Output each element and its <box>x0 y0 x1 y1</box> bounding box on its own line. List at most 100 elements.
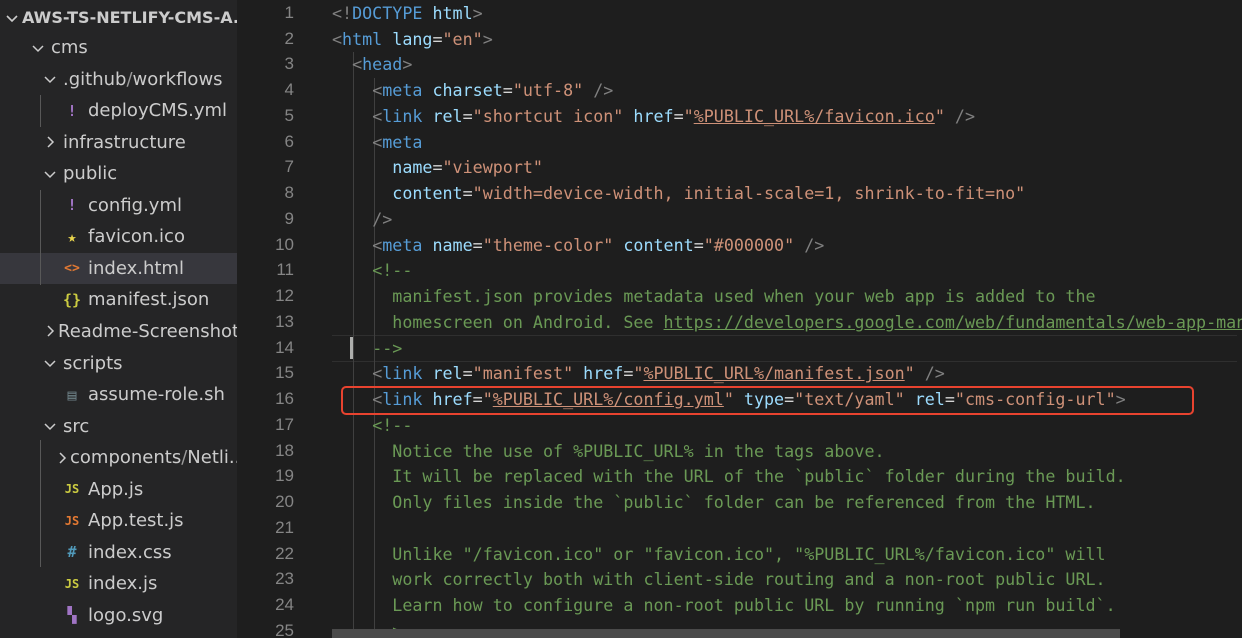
code-line[interactable]: 21 <box>237 515 1242 541</box>
code-line[interactable]: 5 <link rel="shortcut icon" href="%PUBLI… <box>237 103 1242 129</box>
line-number: 4 <box>284 80 294 100</box>
code-line[interactable]: 6 <meta <box>237 129 1242 155</box>
line-number: 20 <box>275 492 294 512</box>
code-token: manifest.json provides metadata used whe… <box>392 286 1096 307</box>
line-number: 11 <box>276 260 294 280</box>
horizontal-scrollbar[interactable] <box>332 629 1120 638</box>
file-item-app-test-js[interactable]: JS App.test.js <box>0 505 237 536</box>
code-line[interactable]: 11 <!-- <box>237 258 1242 284</box>
explorer-root-header[interactable]: AWS-TS-NETLIFY-CMS-A... <box>0 2 237 33</box>
folder-item-public[interactable]: public <box>0 158 237 189</box>
code-text: <!DOCTYPE html> <box>332 3 483 23</box>
code-token: > <box>402 54 413 75</box>
file-item-config-yml[interactable]: ! config.yml <box>0 190 237 221</box>
yaml-icon: ! <box>67 196 77 215</box>
code-line[interactable]: 15 <link rel="manifest" href="%PUBLIC_UR… <box>237 361 1242 387</box>
code-line[interactable]: 19 It will be replaced with the URL of t… <box>237 464 1242 490</box>
code-token: link <box>382 105 423 126</box>
code-text: content="width=device-width, initial-sca… <box>332 183 1025 203</box>
code-line[interactable]: 20 Only files inside the `public` folder… <box>237 489 1242 515</box>
tree-item-label: Readme-Screenshots <box>58 320 237 342</box>
code-line[interactable]: 10 <meta name="theme-color" content="#00… <box>237 232 1242 258</box>
code-editor[interactable]: 1 <!DOCTYPE html> 2 <html lang="en"> 3 <head… <box>237 0 1242 638</box>
code-line[interactable]: 22 Unlike "/favicon.ico" or "favicon.ico… <box>237 541 1242 567</box>
folder-item-infrastructure[interactable]: infrastructure <box>0 127 237 158</box>
tree-item-label: index.css <box>88 541 172 563</box>
file-item-index-js[interactable]: JS index.js <box>0 568 237 599</box>
svg-icon: ▚ <box>67 606 77 625</box>
code-token: /> <box>954 105 975 126</box>
code-line[interactable]: 18 Notice the use of %PUBLIC_URL% in the… <box>237 438 1242 464</box>
file-item-manifest-json[interactable]: {} manifest.json <box>0 284 237 315</box>
code-text: manifest.json provides metadata used whe… <box>332 286 1096 307</box>
file-item-app-js[interactable]: JS App.js <box>0 474 237 505</box>
code-line[interactable]: 17 <!-- <box>237 412 1242 438</box>
folder-item-components[interactable]: components / Netli... <box>0 442 237 473</box>
line-number: 12 <box>275 286 294 306</box>
code-token: "en" <box>442 28 483 49</box>
file-item-logo-svg[interactable]: ▚ logo.svg <box>0 600 237 631</box>
code-line[interactable]: 7 name="viewport" <box>237 155 1242 181</box>
code-text: <link rel="manifest" href="%PUBLIC_URL%/… <box>332 363 945 383</box>
code-token: rel <box>432 105 463 126</box>
tree-item-label: scripts <box>63 352 123 374</box>
line-number: 23 <box>275 569 294 589</box>
json-icon: {} <box>62 290 82 309</box>
file-item-index-css[interactable]: # index.css <box>0 537 237 568</box>
code-line[interactable]: 3 <head> <box>237 52 1242 78</box>
code-text: <html lang="en"> <box>332 29 493 49</box>
code-line[interactable]: 2 <html lang="en"> <box>237 26 1242 52</box>
code-text: <meta name="theme-color" content="#00000… <box>332 235 824 255</box>
code-token: <!-- <box>372 414 413 435</box>
code-text: Unlike "/favicon.ico" or "favicon.ico", … <box>332 544 1105 564</box>
chevron-down-icon <box>30 40 46 56</box>
folder-item-scripts[interactable]: scripts <box>0 348 237 379</box>
folder-item-cms[interactable]: cms <box>0 32 237 63</box>
tree-indent-guide <box>40 95 41 127</box>
shell-icon: ▤ <box>67 385 77 404</box>
code-token: = <box>462 183 473 204</box>
code-line[interactable]: 12 manifest.json provides metadata used … <box>237 283 1242 309</box>
folder-item-github[interactable]: .github / workflows <box>0 64 237 95</box>
code-line[interactable]: 9 /> <box>237 206 1242 232</box>
tree-item-label: favicon.ico <box>88 226 185 248</box>
tree-indent-guide <box>40 190 41 285</box>
line-number: 8 <box>284 183 294 203</box>
code-token: "width=device-width, initial-scale=1, sh… <box>472 183 1026 204</box>
code-token: href <box>633 105 674 126</box>
code-token: homescreen on Android. See <box>392 311 664 332</box>
folder-item-readme-screenshots[interactable]: Readme-Screenshots <box>0 316 237 347</box>
tree-item-label: deployCMS.yml <box>88 100 228 122</box>
file-item-index-html[interactable]: <> index.html <box>0 252 237 284</box>
file-item-deploycms-yml[interactable]: ! deployCMS.yml <box>0 95 237 126</box>
code-line[interactable]: 24 Learn how to configure a non-root pub… <box>237 592 1242 618</box>
code-line[interactable]: 4 <meta charset="utf-8" /> <box>237 77 1242 103</box>
code-line[interactable]: 8 content="width=device-width, initial-s… <box>237 180 1242 206</box>
tree-item-label: index.html <box>88 257 184 279</box>
code-token: <! <box>332 2 353 23</box>
code-line[interactable]: 14 --> <box>237 335 1242 361</box>
js-icon: JS <box>64 513 80 528</box>
file-item-assume-role-sh[interactable]: ▤ assume-role.sh <box>0 379 237 410</box>
code-text: /> <box>332 209 392 229</box>
code-token: " <box>633 363 644 384</box>
code-token: /> <box>924 363 945 384</box>
code-line[interactable]: 13 homescreen on Android. See https://de… <box>237 309 1242 335</box>
code-line[interactable]: 23 work correctly both with client-side … <box>237 567 1242 593</box>
code-text: homescreen on Android. See https://devel… <box>332 312 1242 332</box>
file-item-favicon-ico[interactable]: ★ favicon.ico <box>0 221 237 252</box>
folder-item-src[interactable]: src <box>0 411 237 442</box>
file-explorer: AWS-TS-NETLIFY-CMS-A... cms .github / wor… <box>0 0 237 638</box>
code-token: meta <box>382 131 423 152</box>
code-line[interactable]: 1 <!DOCTYPE html> <box>237 0 1242 26</box>
code-text: It will be replaced with the URL of the … <box>332 466 1125 486</box>
code-token: "shortcut icon" <box>472 105 624 126</box>
